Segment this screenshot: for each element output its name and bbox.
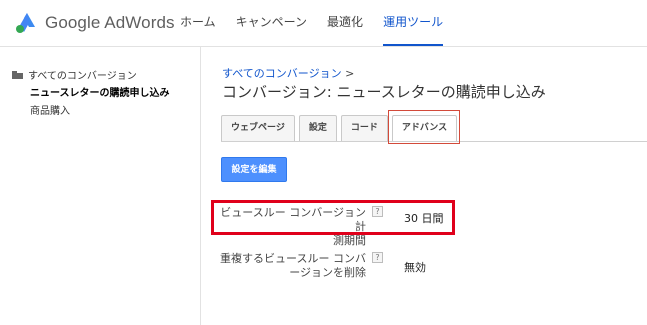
tab-highlight-box (388, 110, 460, 144)
setting-label-line: 重複するビュースルー コンバ (220, 252, 366, 265)
tree-item-newsletter[interactable]: ニュースレターの購読申し込み (30, 84, 170, 99)
tab-code[interactable]: コード (340, 115, 388, 142)
tree-item-purchase[interactable]: 商品購入 (30, 102, 70, 117)
setting-value-dedupe: 無効 (404, 261, 426, 274)
tab-settings[interactable]: 設定 (298, 115, 337, 142)
setting-label-line: 測期間 (333, 234, 366, 247)
highlight-box (211, 200, 455, 235)
nav-home[interactable]: ホーム (180, 0, 216, 44)
page-title: コンバージョン: ニュースレターの購読申し込み (222, 83, 546, 101)
tree-root-all-conversions[interactable]: すべてのコンバージョン (12, 67, 137, 82)
main-nav: ホーム キャンペーン 最適化 運用ツール (180, 0, 463, 46)
top-header: Google AdWords ホーム キャンペーン 最適化 運用ツール (0, 0, 647, 47)
tab-webpage[interactable]: ウェブページ (221, 115, 295, 142)
breadcrumb-separator: > (345, 67, 355, 80)
adwords-logo-icon (16, 13, 35, 33)
setting-label-dedupe: 重複するビュースルー コンバ ージョンを削除 (218, 252, 366, 280)
help-icon[interactable]: ? (372, 252, 383, 263)
nav-tools[interactable]: 運用ツール (383, 0, 444, 46)
sidebar: すべてのコンバージョン ニュースレターの購読申し込み 商品購入 (0, 47, 201, 325)
breadcrumb-link[interactable]: すべてのコンバージョン (222, 67, 342, 80)
folder-icon (12, 70, 23, 79)
breadcrumb: すべてのコンバージョン > (222, 65, 354, 81)
edit-settings-button[interactable]: 設定を編集 (221, 157, 287, 182)
tree-root-label: すべてのコンバージョン (28, 71, 137, 82)
setting-label-line: ージョンを削除 (289, 266, 366, 279)
adwords-logo[interactable]: Google AdWords (15, 10, 175, 36)
logo-text: Google AdWords (45, 13, 175, 32)
nav-optimize[interactable]: 最適化 (327, 0, 363, 44)
nav-campaigns[interactable]: キャンペーン (236, 0, 307, 44)
